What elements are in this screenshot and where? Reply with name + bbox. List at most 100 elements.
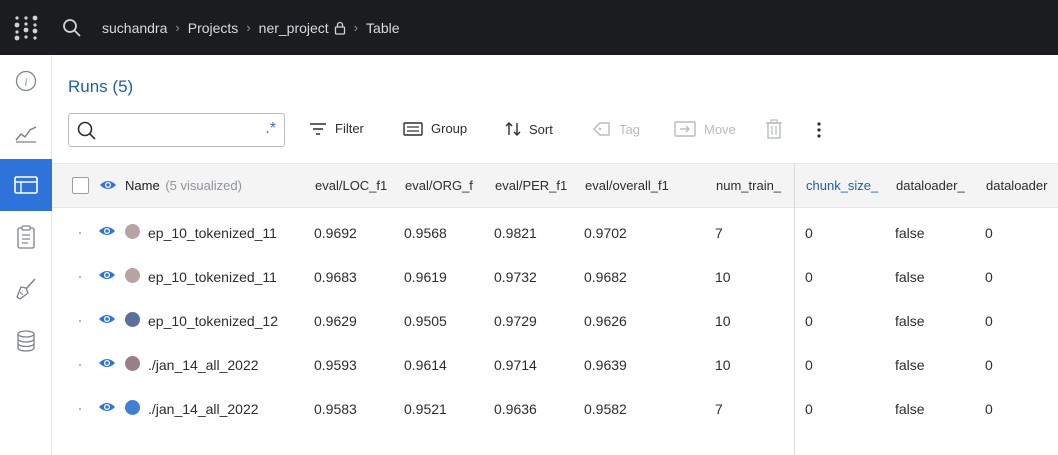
table-cell: false: [895, 401, 925, 417]
database-icon[interactable]: [0, 315, 52, 367]
search-icon: [77, 121, 97, 146]
eye-icon[interactable]: [98, 312, 116, 331]
table-row[interactable]: ./jan_14_all_2022 0.9583 0.9521 0.9636 0.958…: [52, 386, 1058, 430]
run-color-swatch[interactable]: [125, 400, 140, 415]
table-cell: 0: [805, 357, 813, 373]
tag-label: Tag: [619, 121, 640, 137]
table-cell: 0: [985, 401, 993, 417]
col-num-train[interactable]: num_train_: [716, 178, 794, 193]
filter-icon: [309, 122, 327, 136]
row-expand-handle[interactable]: [79, 408, 81, 410]
broom-icon[interactable]: [0, 263, 52, 315]
run-color-swatch[interactable]: [125, 268, 140, 283]
eye-icon[interactable]: [98, 356, 116, 375]
move-button[interactable]: Move: [674, 121, 736, 137]
page-title: Runs (5): [68, 77, 134, 96]
run-name[interactable]: ./jan_14_all_2022: [148, 357, 259, 373]
tag-button[interactable]: Tag: [593, 121, 640, 137]
filter-label: Filter: [335, 121, 364, 136]
table-cell: 0: [985, 357, 993, 373]
table-cell: 0.9593: [314, 357, 357, 373]
table-cell: false: [895, 269, 925, 285]
run-color-swatch[interactable]: [125, 356, 140, 371]
table-cell: false: [895, 313, 925, 329]
more-options-icon[interactable]: [816, 121, 822, 139]
table-cell: 0.9636: [494, 401, 537, 417]
group-button[interactable]: Group: [403, 121, 467, 136]
name-header-label: Name: [125, 178, 160, 193]
tag-icon: [593, 121, 611, 137]
table-cell: 0.9583: [314, 401, 357, 417]
table-row[interactable]: ep_10_tokenized_11 0.9683 0.9619 0.9732 0.96…: [52, 254, 1058, 298]
table-row[interactable]: ./jan_14_all_2022 0.9593 0.9614 0.9714 0.963…: [52, 342, 1058, 386]
run-name[interactable]: ep_10_tokenized_11: [148, 225, 277, 241]
eye-icon[interactable]: [98, 224, 116, 243]
run-name[interactable]: ep_10_tokenized_12: [148, 313, 278, 329]
table-cell: 10: [715, 357, 731, 373]
table-cell: 7: [715, 225, 723, 241]
regex-toggle[interactable]: .*: [265, 120, 276, 138]
trash-icon[interactable]: [765, 119, 783, 139]
breadcrumb-project[interactable]: ner_project: [259, 20, 329, 36]
name-column-header[interactable]: Name (5 visualized): [125, 178, 242, 193]
move-icon: [674, 121, 696, 137]
info-icon[interactable]: i: [0, 55, 52, 107]
chevron-right-icon: ›: [246, 20, 251, 35]
run-name[interactable]: ep_10_tokenized_11: [148, 269, 277, 285]
table-cell: 0.9626: [584, 313, 627, 329]
table-cell: 7: [715, 401, 723, 417]
table-row[interactable]: ep_10_tokenized_12 0.9629 0.9505 0.9729 0.96…: [52, 298, 1058, 342]
col-dataloader-2[interactable]: dataloader: [986, 178, 1058, 193]
table-cell: 0: [985, 225, 993, 241]
breadcrumb-projects[interactable]: Projects: [188, 20, 239, 36]
run-name[interactable]: ./jan_14_all_2022: [148, 401, 259, 417]
breadcrumb-table[interactable]: Table: [366, 20, 399, 36]
eye-icon[interactable]: [98, 400, 116, 419]
chevron-right-icon: ›: [175, 20, 180, 35]
sort-button[interactable]: Sort: [505, 121, 553, 137]
group-icon: [403, 121, 423, 136]
col-dataloader-1[interactable]: dataloader_: [896, 178, 976, 193]
row-expand-handle[interactable]: [79, 320, 81, 322]
table-cell: 0.9702: [584, 225, 627, 241]
search-icon[interactable]: [52, 0, 92, 55]
wandb-dots-icon[interactable]: [0, 0, 52, 55]
eye-icon[interactable]: [99, 178, 117, 197]
row-expand-handle[interactable]: [79, 364, 81, 366]
table-cell: 0.9521: [404, 401, 447, 417]
table-cell: 0: [805, 225, 813, 241]
chart-line-icon[interactable]: [0, 107, 52, 159]
col-eval-org-f1[interactable]: eval/ORG_f: [405, 178, 485, 193]
visualized-count: (5 visualized): [165, 178, 242, 193]
left-sidebar: i: [0, 55, 52, 455]
row-expand-handle[interactable]: [79, 232, 81, 234]
table-cell: 0.9714: [494, 357, 537, 373]
table-cell: 0: [805, 269, 813, 285]
move-label: Move: [704, 121, 736, 137]
lock-icon: [334, 21, 346, 35]
col-eval-loc-f1[interactable]: eval/LOC_f1: [315, 178, 395, 193]
table-cell: 0.9683: [314, 269, 357, 285]
eye-icon[interactable]: [98, 268, 116, 287]
breadcrumb-user[interactable]: suchandra: [102, 20, 167, 36]
run-color-swatch[interactable]: [125, 312, 140, 327]
table-cell: 0.9732: [494, 269, 537, 285]
col-chunk-size[interactable]: chunk_size_: [806, 178, 886, 193]
group-label: Group: [431, 121, 468, 136]
table-cell: 0.9821: [494, 225, 537, 241]
table-cell: 0.9729: [494, 313, 537, 329]
select-all-checkbox[interactable]: [72, 177, 89, 194]
filter-button[interactable]: Filter: [309, 121, 364, 136]
table-cell: 0.9692: [314, 225, 357, 241]
table-row[interactable]: ep_10_tokenized_11 0.9692 0.9568 0.9821 0.97…: [52, 210, 1058, 254]
row-expand-handle[interactable]: [79, 276, 81, 278]
col-eval-per-f1[interactable]: eval/PER_f1: [495, 178, 575, 193]
table-cell: 0: [985, 269, 993, 285]
table-cell: 0: [805, 401, 813, 417]
table-icon[interactable]: [0, 159, 52, 211]
run-color-swatch[interactable]: [125, 224, 140, 239]
col-eval-overall-f1[interactable]: eval/overall_f1: [585, 178, 695, 193]
clipboard-icon[interactable]: [0, 211, 52, 263]
chevron-right-icon: ›: [353, 20, 359, 35]
search-input[interactable]: .*: [68, 113, 285, 147]
